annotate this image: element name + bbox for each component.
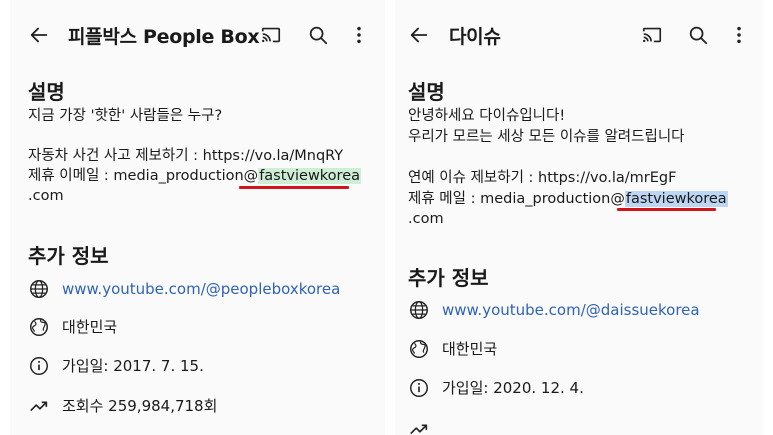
arrow-left-icon[interactable] [28,24,50,46]
region-globe-icon [30,318,48,336]
cast-icon[interactable] [260,24,282,46]
arrow-left-icon[interactable] [408,24,430,46]
description-line: 자동차 사건 사고 제보하기 : https://vo.la/MnqRY [28,148,344,164]
search-icon[interactable] [687,24,709,46]
more-info-heading: 추가 정보 [408,266,489,290]
email-prefix: 제휴 이메일 : media_production@ [28,168,259,184]
globe-icon [410,301,428,319]
view-count: 조회수 259,984,718회 [62,397,218,415]
country-text: 대한민국 [442,340,498,358]
more-info-heading: 추가 정보 [28,244,109,268]
email-domain-highlight: fastviewkorea [258,168,362,184]
channel-title: 다이슈 [449,26,501,48]
description-heading: 설명 [28,80,65,104]
channel-link[interactable]: www.youtube.com/@peopleboxkorea [62,278,340,300]
info-icon [30,357,48,375]
email-domain-highlight: fastviewkorea [624,191,728,207]
trending-icon [410,424,428,435]
description-line: 연예 이슈 제보하기 : https://vo.la/mrEgF [408,170,677,186]
email-line: 제휴 메일 : media_production@fastviewkorea [408,189,728,209]
description-heading: 설명 [408,80,445,104]
app-bar: 피플박스 People Box [10,0,385,72]
search-icon[interactable] [307,24,329,46]
email-line: 제휴 이메일 : media_production@fastviewkorea [28,166,362,186]
email-suffix: .com [408,211,444,227]
region-globe-icon [410,340,428,358]
info-icon [410,379,428,397]
email-prefix: 제휴 메일 : media_production@ [408,191,625,207]
channel-link[interactable]: www.youtube.com/@daissuekorea [442,299,700,321]
red-underline-annotation [617,208,716,211]
trending-icon [30,401,48,412]
email-suffix: .com [28,188,64,204]
more-vert-icon[interactable] [728,24,750,46]
more-vert-icon[interactable] [348,24,370,46]
country-text: 대한민국 [62,318,118,336]
globe-icon [30,280,48,298]
panel-divider [385,0,395,435]
channel-title: 피플박스 People Box [68,26,260,48]
description-line: 안녕하세요 다이슈입니다! [408,108,566,124]
joined-date: 가입일: 2020. 12. 4. [442,379,584,397]
cast-icon[interactable] [641,24,663,46]
joined-date: 가입일: 2017. 7. 15. [62,357,204,375]
app-bar: 다이슈 [395,0,763,72]
description-line: 우리가 모르는 세상 모든 이슈를 알려드립니다 [408,129,685,145]
red-underline-annotation [239,186,349,189]
channel-about-panel-left: 피플박스 People Box 설명 지금 가장 '핫한' 사람들은 누구? 자… [10,0,385,435]
channel-about-panel-right: 다이슈 설명 안녕하세요 다이슈입니다! 우리가 모르는 세상 모든 이슈를 알… [395,0,763,435]
description-line: 지금 가장 '핫한' 사람들은 누구? [28,108,223,124]
